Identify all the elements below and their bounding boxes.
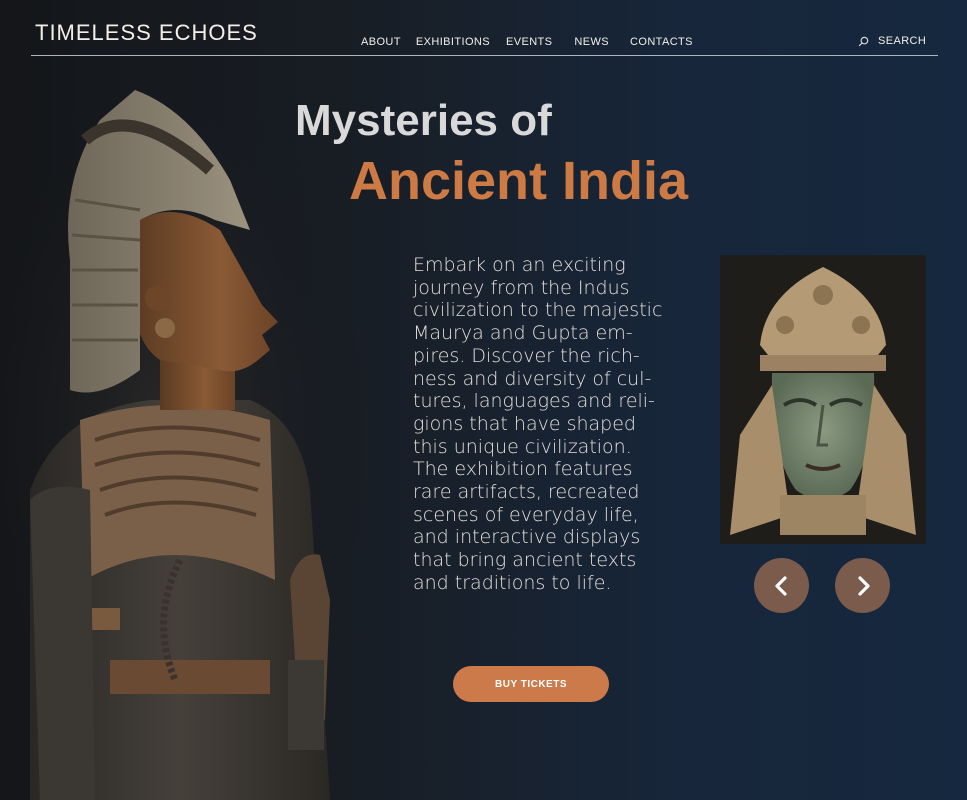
- search-label: SEARCH: [878, 35, 927, 47]
- hero-title-line2: Ancient India: [349, 151, 689, 211]
- hero-description: Embark on an exciting journey from the I…: [413, 254, 663, 594]
- nav-events[interactable]: EVENTS: [506, 36, 552, 48]
- site-logo[interactable]: TIMELESS ECHOES: [35, 20, 258, 46]
- header-divider: [31, 55, 938, 56]
- main-nav: ABOUT EXHIBITIONS EVENTS NEWS CONTACTS: [361, 36, 693, 48]
- mask-artifact-image: [720, 255, 926, 544]
- buy-tickets-button[interactable]: BUY TICKETS: [453, 666, 609, 702]
- carousel-image: [720, 255, 926, 544]
- nav-contacts[interactable]: CONTACTS: [630, 36, 693, 48]
- search-button[interactable]: SEARCH: [858, 35, 926, 47]
- hero-title-line1: Mysteries of: [295, 96, 552, 145]
- chevron-right-icon: [857, 575, 870, 596]
- carousel-prev-button[interactable]: [754, 558, 809, 613]
- carousel-next-button[interactable]: [835, 558, 890, 613]
- nav-news[interactable]: NEWS: [574, 36, 609, 48]
- nav-exhibitions[interactable]: EXHIBITIONS: [416, 36, 490, 48]
- statue-image: [0, 60, 370, 800]
- chevron-left-icon: [774, 575, 787, 596]
- nav-about[interactable]: ABOUT: [361, 36, 401, 48]
- search-icon: [858, 36, 869, 46]
